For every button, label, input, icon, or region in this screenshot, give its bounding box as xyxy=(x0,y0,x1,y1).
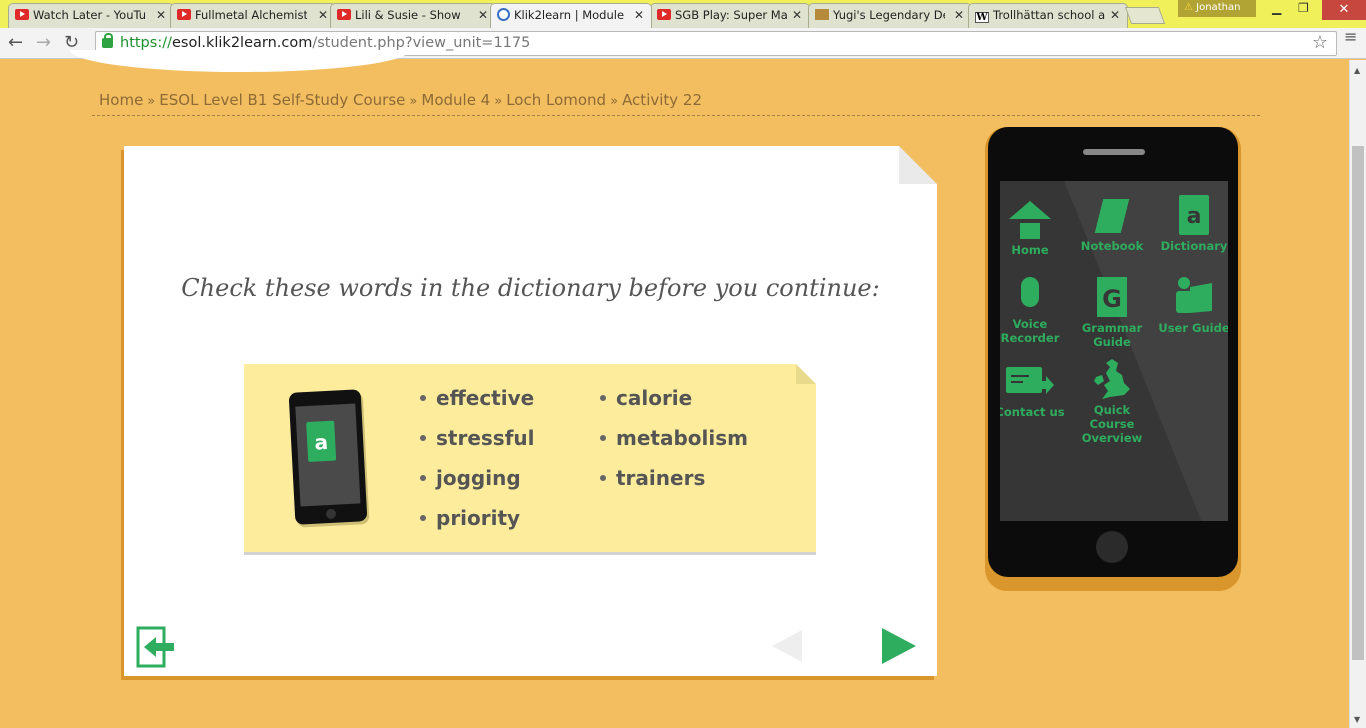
phone-menu: Home Notebook a Dictionary Voice Recorder… xyxy=(985,127,1241,591)
note-fold xyxy=(796,364,816,384)
user-profile-button[interactable]: ⚠ Jonathan xyxy=(1178,0,1256,17)
menu-grammar-guide[interactable]: G Grammar Guide xyxy=(1074,277,1150,349)
tab-klik2learn[interactable]: Klik2learn | Module ✕ xyxy=(490,3,652,28)
menu-dictionary[interactable]: a Dictionary xyxy=(1156,195,1228,253)
vocab-word: jogging xyxy=(420,466,521,490)
breadcrumb: Home» ESOL Level B1 Self-Study Course» Mod… xyxy=(99,91,703,109)
contact-icon xyxy=(1006,367,1054,394)
notebook-icon xyxy=(1094,199,1130,233)
breadcrumb-course[interactable]: ESOL Level B1 Self-Study Course xyxy=(159,91,405,109)
vocab-word: stressful xyxy=(420,426,535,450)
scroll-up-icon[interactable]: ▲ xyxy=(1354,66,1360,75)
menu-contact-us[interactable]: Contact us xyxy=(1000,367,1068,419)
close-tab-icon[interactable]: ✕ xyxy=(478,8,488,22)
phone-speaker xyxy=(1083,149,1145,155)
tab-lili-susie[interactable]: Lili & Susie - Show ✕ xyxy=(330,3,496,28)
tab-yugi[interactable]: Yugi's Legendary De ✕ xyxy=(808,3,972,28)
lock-icon xyxy=(102,33,113,48)
breadcrumb-home[interactable]: Home xyxy=(99,91,143,109)
breadcrumb-divider xyxy=(92,115,1260,116)
vocabulary-note: a effective stressful jogging priority c… xyxy=(244,364,816,552)
phone-home-button xyxy=(1096,531,1128,563)
dictionary-phone-icon: a xyxy=(288,389,368,525)
chrome-menu-icon[interactable]: ≡ xyxy=(1344,29,1360,45)
vocab-word: metabolism xyxy=(600,426,748,450)
youtube-icon xyxy=(337,9,351,20)
close-tab-icon[interactable]: ✕ xyxy=(1110,8,1120,22)
vertical-scrollbar[interactable]: ▲ ▼ xyxy=(1349,60,1366,728)
uk-map-icon xyxy=(1094,359,1130,399)
breadcrumb-module[interactable]: Module 4 xyxy=(421,91,490,109)
bookmark-star-icon[interactable]: ☆ xyxy=(1312,32,1328,53)
new-tab-button[interactable] xyxy=(1124,7,1166,24)
scrollbar-thumb[interactable] xyxy=(1352,146,1364,660)
previous-arrow-icon[interactable] xyxy=(772,630,802,662)
menu-home[interactable]: Home xyxy=(1000,199,1068,257)
yugioh-icon xyxy=(815,9,829,20)
home-icon xyxy=(1009,201,1051,219)
user-guide-icon xyxy=(1176,277,1212,313)
activity-heading: Check these words in the dictionary befo… xyxy=(181,274,880,302)
close-tab-icon[interactable]: ✕ xyxy=(634,8,644,22)
exit-activity-icon[interactable] xyxy=(136,626,176,668)
close-tab-icon[interactable]: ✕ xyxy=(954,8,964,22)
back-arrow-icon[interactable]: ← xyxy=(8,32,23,53)
breadcrumb-activity[interactable]: Activity 22 xyxy=(622,91,702,109)
youtube-icon xyxy=(15,9,29,20)
tab-sgb-play[interactable]: SGB Play: Super Ma ✕ xyxy=(650,3,810,28)
tab-watch-later[interactable]: Watch Later - YouTube✕ xyxy=(8,3,174,28)
dictionary-icon: a xyxy=(1179,195,1209,235)
window-close-button[interactable]: ✕ xyxy=(1322,0,1366,20)
tab-trollhattan[interactable]: W Trollhättan school a ✕ xyxy=(968,3,1128,28)
close-tab-icon[interactable]: ✕ xyxy=(156,8,166,22)
vocab-word: calorie xyxy=(600,386,692,410)
close-tab-icon[interactable]: ✕ xyxy=(318,8,328,22)
restore-button[interactable]: ❐ xyxy=(1298,1,1309,15)
minimize-button[interactable]: ▁ xyxy=(1272,1,1281,15)
scroll-down-icon[interactable]: ▼ xyxy=(1354,715,1360,724)
youtube-icon xyxy=(657,9,671,20)
activity-card: Check these words in the dictionary befo… xyxy=(124,146,937,676)
breadcrumb-unit[interactable]: Loch Lomond xyxy=(506,91,606,109)
menu-user-guide[interactable]: User Guide xyxy=(1156,277,1228,335)
header-curve xyxy=(70,50,410,72)
wikipedia-icon: W xyxy=(975,12,989,23)
dictionary-book-icon: a xyxy=(306,420,337,463)
forward-arrow-icon[interactable]: → xyxy=(36,32,51,53)
vocab-word: priority xyxy=(420,506,520,530)
menu-voice-recorder[interactable]: Voice Recorder xyxy=(1000,277,1068,345)
close-tab-icon[interactable]: ✕ xyxy=(792,8,802,22)
microphone-icon xyxy=(1021,277,1039,307)
tab-fullmetal[interactable]: Fullmetal Alchemist ✕ xyxy=(170,3,336,28)
next-arrow-icon[interactable] xyxy=(882,628,916,664)
menu-quick-course-overview[interactable]: Quick Course Overview xyxy=(1074,359,1150,445)
page-fold xyxy=(899,146,937,184)
phone-screen: Home Notebook a Dictionary Voice Recorder… xyxy=(1000,181,1228,521)
menu-notebook[interactable]: Notebook xyxy=(1074,199,1150,253)
tab-bar: Watch Later - YouTube✕ Fullmetal Alchemi… xyxy=(0,0,1366,28)
klik2learn-icon xyxy=(497,8,510,21)
warning-icon: ⚠ xyxy=(1184,2,1193,13)
vocab-word: effective xyxy=(420,386,534,410)
grammar-icon: G xyxy=(1097,277,1127,317)
vocab-word: trainers xyxy=(600,466,705,490)
youtube-icon xyxy=(177,9,191,20)
